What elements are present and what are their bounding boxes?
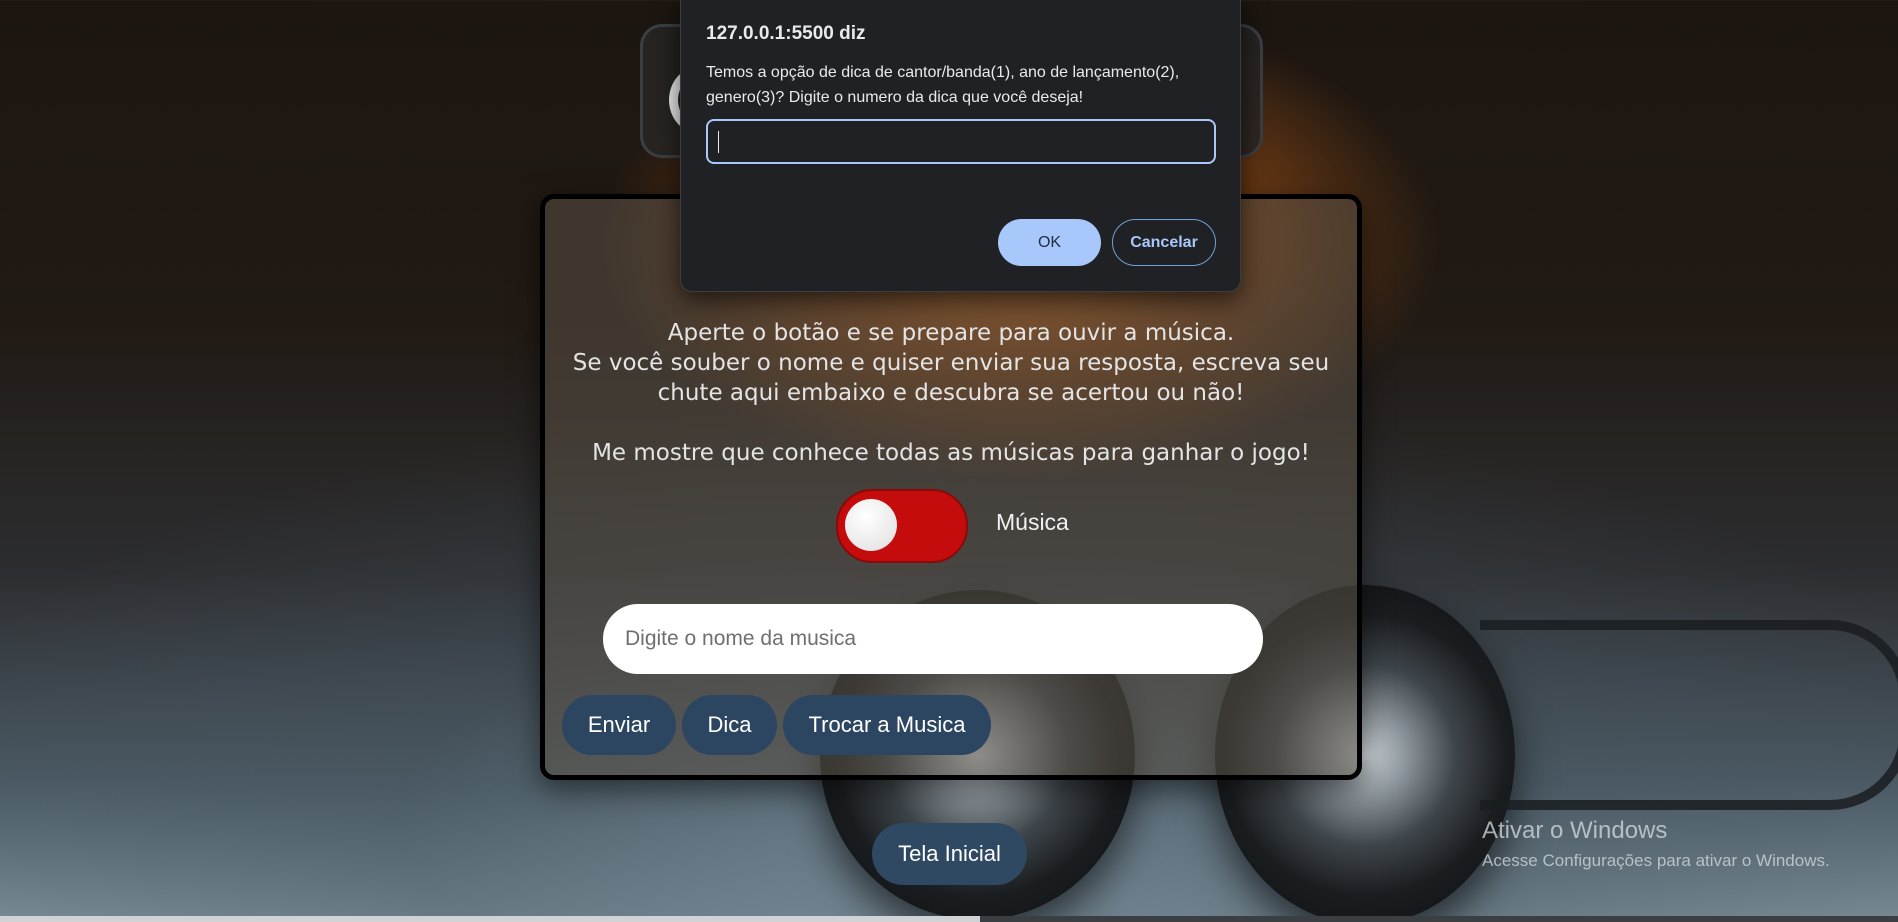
instructions-gap [555,408,1347,438]
headphone-cable [1480,620,1898,810]
bottom-strip [0,916,1898,922]
dialog-title: 127.0.0.1:5500 diz [706,23,866,44]
text-caret [718,131,719,153]
instructions-line-1: Aperte o botão e se prepare para ouvir a… [667,320,1235,346]
instructions-line-2: Se você souber o nome e quiser enviar su… [572,350,1330,406]
home-screen-button[interactable]: Tela Inicial [872,823,1027,885]
song-guess-input[interactable] [603,604,1263,674]
dialog-message: Temos a opção de dica de cantor/banda(1)… [706,64,1180,106]
hint-button[interactable]: Dica [682,695,777,755]
music-toggle-label: Música [996,509,1069,535]
music-toggle[interactable] [836,489,968,563]
instructions-line-3: Me mostre que conhece todas as músicas p… [592,440,1310,466]
toggle-knob [845,499,897,551]
watermark-title: Ativar o Windows [1482,817,1668,844]
dialog-input[interactable] [706,119,1216,164]
browser-prompt-dialog: 127.0.0.1:5500 diz Temos a opção de dica… [680,0,1241,292]
instructions: Aperte o botão e se prepare para ouvir a… [555,318,1347,468]
bottom-strip-highlight [0,916,980,922]
send-button[interactable]: Enviar [562,695,676,755]
cancel-button[interactable]: Cancelar [1112,219,1216,266]
change-song-button[interactable]: Trocar a Musica [783,695,991,755]
ok-button[interactable]: OK [998,219,1101,266]
windows-activation-watermark: Ativar o Windows Acesse Configurações pa… [1482,816,1830,872]
watermark-subtitle: Acesse Configurações para ativar o Windo… [1482,851,1830,870]
